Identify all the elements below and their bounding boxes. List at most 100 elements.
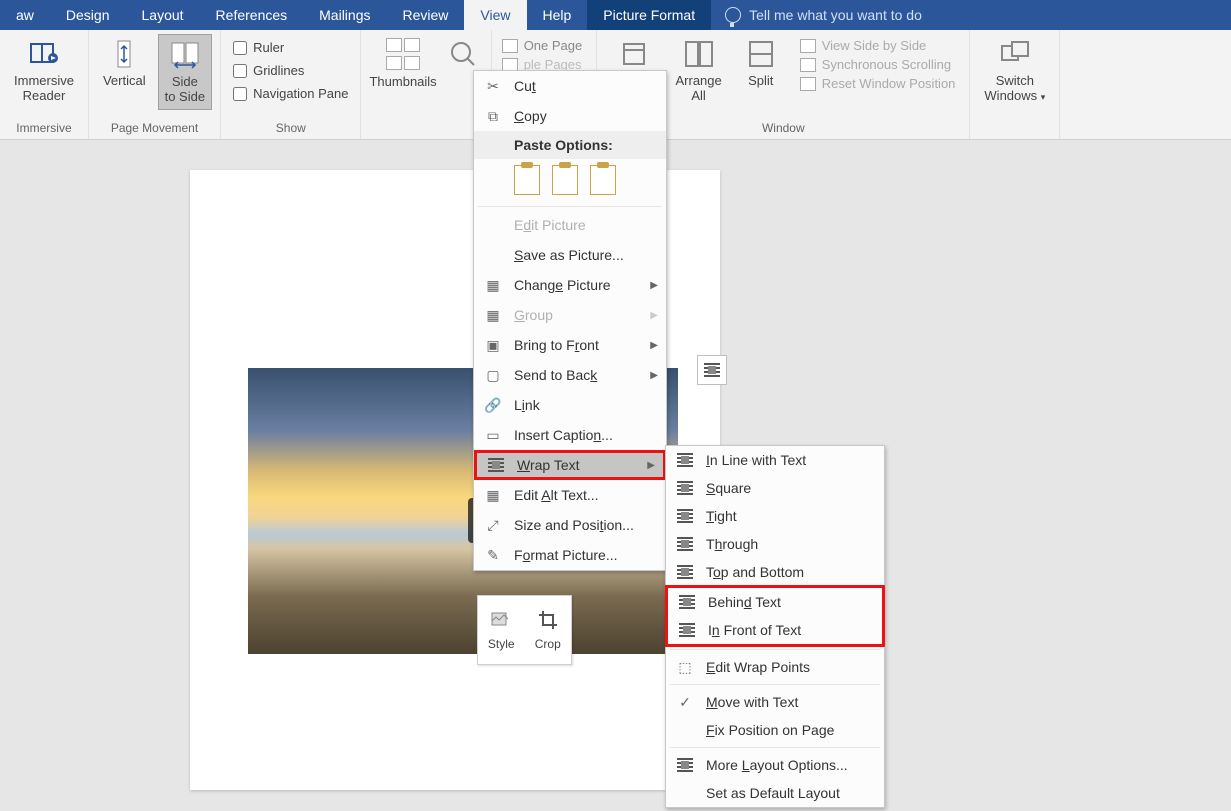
layout-options-icon <box>704 363 720 377</box>
gridlines-checkbox[interactable]: Gridlines <box>233 63 348 78</box>
book-audio-icon <box>28 38 60 70</box>
immersive-reader-button[interactable]: Immersive Reader <box>8 34 80 108</box>
menu-save-as-picture[interactable]: Save as Picture... <box>474 240 666 270</box>
thumb-icon <box>404 56 420 70</box>
group-show: Ruler Gridlines Navigation Pane Show <box>221 30 361 139</box>
menu-wrap-text[interactable]: Wrap Text▶ <box>474 450 666 480</box>
layout-options-button[interactable] <box>697 355 727 385</box>
vertical-page-icon <box>108 38 140 70</box>
wrap-more-layout[interactable]: More Layout Options... <box>666 751 884 779</box>
group-icon: ▦ <box>484 306 502 324</box>
tab-review[interactable]: Review <box>387 0 465 30</box>
wrap-inline[interactable]: In Line with Text <box>666 446 884 474</box>
immersive-group-label: Immersive <box>8 119 80 139</box>
menu-edit-alt-text[interactable]: ▦Edit Alt Text... <box>474 480 666 510</box>
menu-send-to-back[interactable]: ▢Send to Back▶ <box>474 360 666 390</box>
menu-cut[interactable]: ✂Cut <box>474 71 666 101</box>
menu-insert-caption[interactable]: ▭Insert Caption... <box>474 420 666 450</box>
tell-me-label: Tell me what you want to do <box>749 7 922 23</box>
paste-options <box>474 159 666 203</box>
tab-view[interactable]: View <box>464 0 526 30</box>
thumb-icon <box>386 56 402 70</box>
tab-strip: aw Design Layout References Mailings Rev… <box>0 0 1231 30</box>
top-bottom-icon <box>676 563 694 581</box>
page-movement-label: Page Movement <box>97 119 212 139</box>
wrap-set-default[interactable]: Set as Default Layout <box>666 779 884 807</box>
submenu-arrow-icon: ▶ <box>647 460 655 471</box>
group-page-movement: Vertical Side to Side Page Movement <box>89 30 221 139</box>
wrap-behind-text[interactable]: Behind Text <box>668 588 882 616</box>
front-text-icon <box>678 621 696 639</box>
side-to-side-button[interactable]: Side to Side <box>158 34 212 110</box>
style-button[interactable]: Style <box>478 596 525 664</box>
paste-options-header: Paste Options: <box>474 131 666 159</box>
crop-button[interactable]: Crop <box>525 596 572 664</box>
navpane-checkbox[interactable]: Navigation Pane <box>233 86 348 101</box>
switch-windows-button[interactable]: Switch Windows ▾ <box>978 34 1051 108</box>
wrap-square[interactable]: Square <box>666 474 884 502</box>
ruler-checkbox[interactable]: Ruler <box>233 40 348 55</box>
picture-style-icon <box>490 609 512 631</box>
split-button[interactable]: Split <box>734 34 788 93</box>
split-icon <box>745 38 777 70</box>
reset-pos-icon <box>800 77 816 91</box>
submenu-arrow-icon: ▶ <box>650 340 658 351</box>
send-back-icon: ▢ <box>484 366 502 384</box>
thumb-icon <box>404 38 420 52</box>
wrap-move-with-text[interactable]: ✓Move with Text <box>666 688 884 716</box>
tab-references[interactable]: References <box>200 0 304 30</box>
picture-mini-toolbar: Style Crop <box>477 595 572 665</box>
menu-format-picture[interactable]: ✎Format Picture... <box>474 540 666 570</box>
vertical-button[interactable]: Vertical <box>97 34 152 93</box>
tab-help[interactable]: Help <box>527 0 588 30</box>
scissors-icon: ✂ <box>484 77 502 95</box>
wrap-through[interactable]: Through <box>666 530 884 558</box>
menu-copy[interactable]: ⧉Copy <box>474 101 666 131</box>
more-layout-icon <box>676 756 694 774</box>
wrap-top-bottom[interactable]: Top and Bottom <box>666 558 884 586</box>
submenu-arrow-icon: ▶ <box>650 370 658 381</box>
wrap-text-submenu: In Line with Text Square Tight Through T… <box>665 445 885 808</box>
wrap-edit-points[interactable]: ⬚Edit Wrap Points <box>666 653 884 681</box>
sync-scroll-icon <box>800 58 816 72</box>
size-icon: ⤢ <box>484 516 502 534</box>
show-label: Show <box>229 119 352 139</box>
square-wrap-icon <box>676 479 694 497</box>
one-page-button[interactable]: One Page <box>502 38 583 53</box>
wrap-fix-position[interactable]: Fix Position on Page <box>666 716 884 744</box>
menu-group: ▦Group▶ <box>474 300 666 330</box>
menu-change-picture[interactable]: ▦Change Picture▶ <box>474 270 666 300</box>
menu-size-position[interactable]: ⤢Size and Position... <box>474 510 666 540</box>
arrange-all-icon <box>683 38 715 70</box>
wrap-text-icon <box>487 456 505 474</box>
one-page-icon <box>502 39 518 53</box>
zoom-100-icon <box>449 40 477 68</box>
check-icon: ✓ <box>676 693 694 711</box>
tab-picture-format[interactable]: Picture Format <box>587 0 711 30</box>
tab-design[interactable]: Design <box>50 0 126 30</box>
thumbnails-label[interactable]: Thumbnails <box>369 74 436 89</box>
group-zoom-partial: Thumbnails <box>361 30 490 139</box>
sync-scroll-button: Synchronous Scrolling <box>800 57 956 72</box>
paste-option-2[interactable] <box>552 165 578 195</box>
menu-link[interactable]: 🔗Link <box>474 390 666 420</box>
inline-icon <box>676 451 694 469</box>
side-by-side-icon <box>800 39 816 53</box>
crop-icon <box>537 609 559 631</box>
format-icon: ✎ <box>484 546 502 564</box>
vertical-label: Vertical <box>103 74 146 89</box>
thumb-icon <box>386 38 402 52</box>
arrange-all-button[interactable]: Arrange All <box>669 34 727 108</box>
tell-me[interactable]: Tell me what you want to do <box>711 0 936 30</box>
wrap-in-front-of-text[interactable]: In Front of Text <box>668 616 882 644</box>
tab-layout[interactable]: Layout <box>126 0 200 30</box>
menu-bring-to-front[interactable]: ▣Bring to Front▶ <box>474 330 666 360</box>
wrap-tight[interactable]: Tight <box>666 502 884 530</box>
tab-draw[interactable]: aw <box>0 0 50 30</box>
tab-mailings[interactable]: Mailings <box>303 0 386 30</box>
picture-context-menu: ✂Cut ⧉Copy Paste Options: Edit Picture S… <box>473 70 667 571</box>
paste-option-3[interactable] <box>590 165 616 195</box>
paste-option-1[interactable] <box>514 165 540 195</box>
caption-icon: ▭ <box>484 426 502 444</box>
copy-icon: ⧉ <box>484 107 502 125</box>
